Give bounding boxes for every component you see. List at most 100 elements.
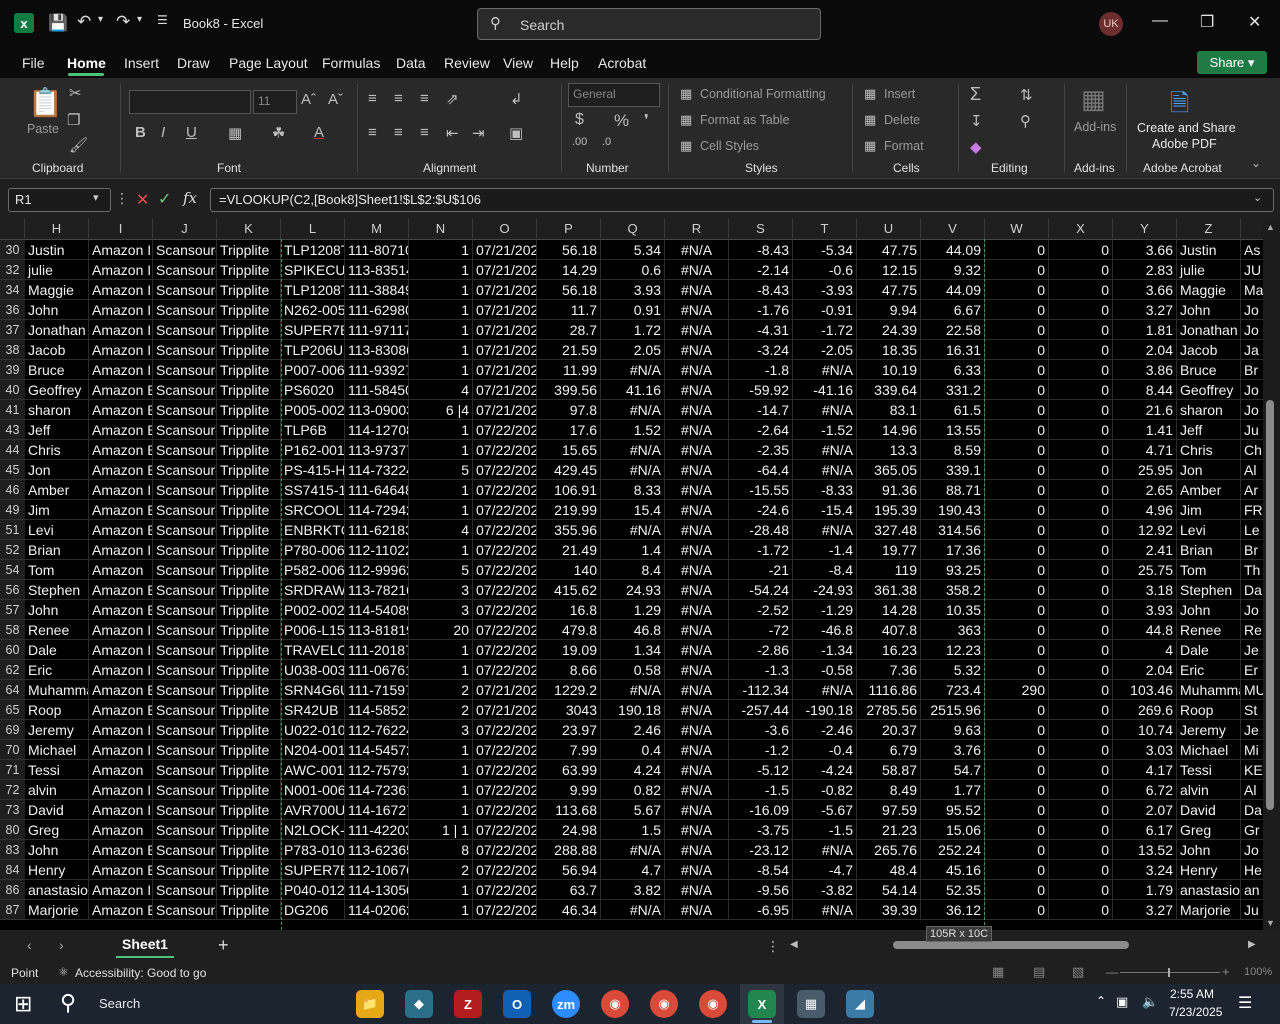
grid-cell[interactable]: 0 <box>985 660 1049 680</box>
grid-cell[interactable]: Tripplite <box>217 360 281 380</box>
grid-cell[interactable]: #N/A <box>793 400 857 420</box>
name-box-dropdown-icon[interactable]: ▾ <box>93 191 99 204</box>
grid-cell[interactable]: -2.86 <box>729 640 793 660</box>
scroll-left-icon[interactable]: ◀ <box>790 939 798 950</box>
conditional-formatting-label[interactable]: Conditional Formatting <box>700 87 826 101</box>
grid-cell[interactable]: 16.31 <box>921 340 985 360</box>
grid-cell[interactable]: Amazon Ir <box>89 540 153 560</box>
copy-icon[interactable]: ❐ <box>67 111 80 129</box>
grid-cell[interactable]: 2785.56 <box>857 700 921 720</box>
grid-cell[interactable]: Tessi <box>1177 760 1241 780</box>
grid-cell[interactable]: Tripplite <box>217 460 281 480</box>
grid-cell[interactable]: 1 | 1 <box>409 820 473 840</box>
grid-cell[interactable]: Scansourc <box>153 820 217 840</box>
grid-cell[interactable]: Tripplite <box>217 440 281 460</box>
grid-cell[interactable]: 11.99 <box>537 360 601 380</box>
row-header[interactable]: 51 <box>0 520 25 540</box>
grid-cell[interactable]: 0 <box>1049 300 1113 320</box>
grid-cell[interactable]: 47.75 <box>857 240 921 260</box>
grid-cell[interactable]: Justin <box>25 240 89 260</box>
grid-cell[interactable]: 07/22/202 <box>473 440 537 460</box>
grid-cell[interactable]: sharon <box>25 400 89 420</box>
grid-cell[interactable]: Jeremy <box>25 720 89 740</box>
grid-cell[interactable]: Amazon Ir <box>89 300 153 320</box>
grid-cell[interactable]: 0 <box>1049 760 1113 780</box>
grid-cell[interactable]: TLP1208TE <box>281 240 345 260</box>
grid-cell[interactable]: -1.34 <box>793 640 857 660</box>
grid-cell[interactable]: 113-83514 <box>345 260 409 280</box>
grid-cell[interactable]: 0 <box>1049 560 1113 580</box>
grid-cell[interactable]: 17.36 <box>921 540 985 560</box>
grid-cell[interactable]: 52.35 <box>921 880 985 900</box>
row-header[interactable]: 39 <box>0 360 25 380</box>
grid-cell[interactable]: 4 <box>1113 640 1177 660</box>
grid-cell[interactable]: Henry <box>1177 860 1241 880</box>
zoom-slider-thumb[interactable] <box>1168 968 1170 977</box>
grid-cell[interactable]: 363 <box>921 620 985 640</box>
create-pdf-line1[interactable]: Create and Share <box>1137 121 1236 135</box>
grid-cell[interactable]: #N/A <box>601 900 665 920</box>
grid-cell[interactable]: Tripplite <box>217 380 281 400</box>
grid-cell[interactable]: Eric <box>25 660 89 680</box>
grid-cell[interactable]: Scansourc <box>153 480 217 500</box>
grid-cell[interactable]: John <box>25 300 89 320</box>
grid-cell[interactable]: Scansourc <box>153 340 217 360</box>
grid-cell[interactable]: #N/A <box>665 440 729 460</box>
column-header[interactable]: N <box>409 219 473 239</box>
cell-styles-label[interactable]: Cell Styles <box>700 139 759 153</box>
grid-cell[interactable]: 46.8 <box>601 620 665 640</box>
format-as-table-label[interactable]: Format as Table <box>700 113 789 127</box>
grid-cell[interactable]: -5.67 <box>793 800 857 820</box>
grid-cell[interactable]: Scansourc <box>153 780 217 800</box>
grid-cell[interactable]: Scansourc <box>153 900 217 920</box>
grid-cell[interactable]: 24.98 <box>537 820 601 840</box>
grid-cell[interactable]: alvin <box>1177 780 1241 800</box>
grid-cell[interactable]: Tripplite <box>217 680 281 700</box>
grid-cell[interactable]: Amazon Ir <box>89 260 153 280</box>
grid-cell[interactable]: Tripplite <box>217 500 281 520</box>
grid-cell[interactable]: 56.94 <box>537 860 601 880</box>
grid-cell[interactable]: 44.09 <box>921 240 985 260</box>
grid-cell[interactable]: Eric <box>1177 660 1241 680</box>
grid-cell[interactable]: 13.3 <box>857 440 921 460</box>
grid-cell[interactable]: 114-16727 <box>345 800 409 820</box>
grid-cell[interactable]: Scansourc <box>153 540 217 560</box>
grid-cell[interactable]: Jo <box>1241 400 1263 420</box>
grid-cell[interactable]: Ju <box>1241 900 1263 920</box>
grid-cell[interactable]: 0 <box>1049 780 1113 800</box>
grid-cell[interactable]: Jacob <box>25 340 89 360</box>
grid-cell[interactable]: Scansourc <box>153 440 217 460</box>
row-header[interactable]: 38 <box>0 340 25 360</box>
grid-cell[interactable]: 723.4 <box>921 680 985 700</box>
grid-cell[interactable]: -8.4 <box>793 560 857 580</box>
grid-cell[interactable]: 0 <box>1049 520 1113 540</box>
grid-cell[interactable]: Amazon B <box>89 840 153 860</box>
grid-cell[interactable]: Renee <box>25 620 89 640</box>
font-size-select[interactable]: 11 <box>253 90 297 114</box>
grid-cell[interactable]: Tripplite <box>217 600 281 620</box>
grid-cell[interactable]: 0 <box>985 640 1049 660</box>
grid-cell[interactable]: 358.2 <box>921 580 985 600</box>
grid-cell[interactable]: 0 <box>985 840 1049 860</box>
grid-cell[interactable]: Tripplite <box>217 860 281 880</box>
redo-dropdown-icon[interactable]: ▾ <box>137 14 142 25</box>
grid-cell[interactable]: 07/22/202 <box>473 640 537 660</box>
grid-cell[interactable]: Amazon Ir <box>89 360 153 380</box>
grid-cell[interactable]: -1.72 <box>729 540 793 560</box>
decrease-font-icon[interactable]: Aˇ <box>328 91 343 108</box>
grid-cell[interactable]: Amazon B <box>89 400 153 420</box>
grid-cell[interactable]: 0 <box>1049 740 1113 760</box>
grid-cell[interactable]: 0 <box>1049 340 1113 360</box>
grid-cell[interactable]: Jo <box>1241 600 1263 620</box>
grid-cell[interactable]: 0 <box>1049 820 1113 840</box>
grid-cell[interactable]: #N/A <box>665 580 729 600</box>
grid-cell[interactable]: #N/A <box>793 460 857 480</box>
grid-cell[interactable]: -28.48 <box>729 520 793 540</box>
grid-cell[interactable]: #N/A <box>665 420 729 440</box>
close-icon[interactable]: ✕ <box>1248 12 1261 32</box>
menu-draw[interactable]: Draw <box>177 55 210 71</box>
align-right-icon[interactable]: ≡ <box>420 124 429 141</box>
currency-icon[interactable]: $ <box>575 111 584 129</box>
grid-cell[interactable]: 07/22/202 <box>473 900 537 920</box>
grid-cell[interactable]: #N/A <box>665 380 729 400</box>
